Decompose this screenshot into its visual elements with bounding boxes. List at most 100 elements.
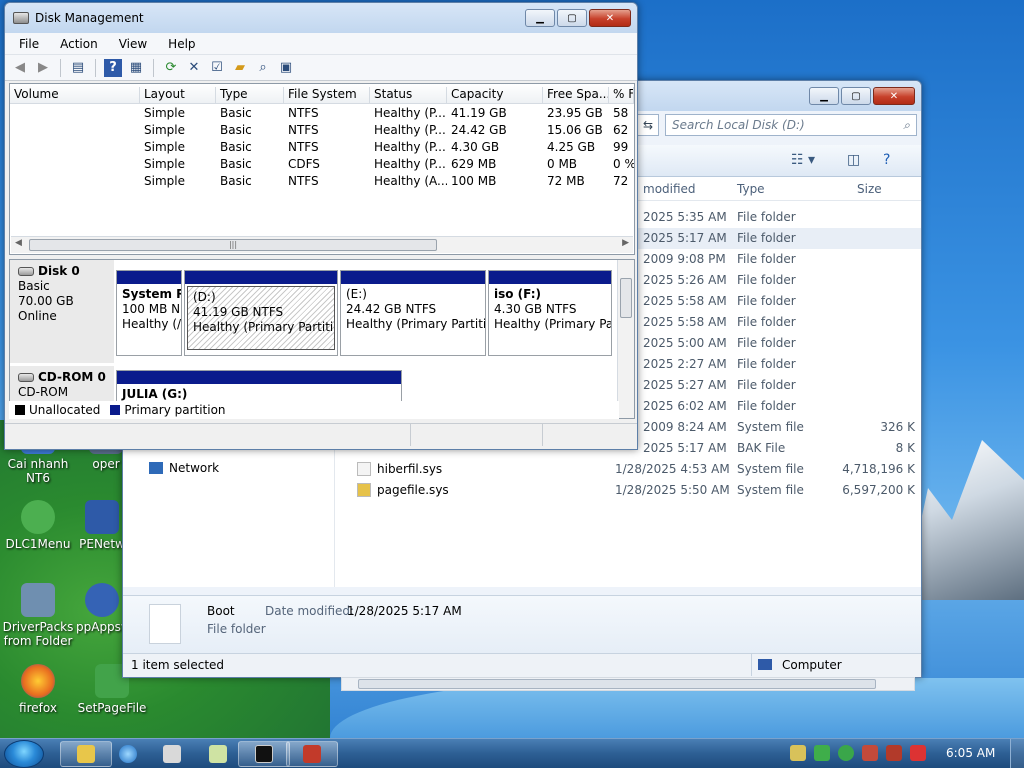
volume-type: Basic <box>220 123 252 137</box>
scroll-left-icon[interactable]: ◀ <box>15 238 22 248</box>
disk0-label[interactable]: Disk 0 Basic 70.00 GB Online <box>10 260 114 364</box>
taskbar-cmd[interactable] <box>238 741 290 767</box>
close-button[interactable]: ✕ <box>873 87 915 105</box>
desktop-icon-driverpacks[interactable]: DriverPacks from Folder <box>2 583 74 648</box>
volume-row[interactable]: (E:)SimpleBasicNTFSHealthy (P...24.42 GB… <box>10 122 634 139</box>
taskbar-app4[interactable] <box>192 741 244 767</box>
volume-row[interactable]: JULIA (G:)SimpleBasicCDFSHealthy (P...62… <box>10 156 634 173</box>
delete-icon[interactable]: ✕ <box>185 59 203 77</box>
minimize-button[interactable]: ▁ <box>809 87 839 105</box>
refresh-icon[interactable]: ⟳ <box>162 59 180 77</box>
column-type[interactable]: Type <box>216 87 284 104</box>
desktop-icon-firefox[interactable]: firefox <box>2 664 74 715</box>
column-size[interactable]: Size <box>857 182 882 196</box>
graph-vertical-scrollbar[interactable] <box>617 260 634 418</box>
partition-e[interactable]: (E:) 24.42 GB NTFS Healthy (Primary Partit… <box>340 270 486 356</box>
minimize-button[interactable]: ▁ <box>525 9 555 27</box>
internet-explorer-icon <box>119 745 137 763</box>
column-percent-free[interactable]: % F <box>609 87 634 104</box>
partition-d[interactable]: (D:) 41.19 GB NTFS Healthy (Primary Partit… <box>184 270 338 356</box>
nav-item-network[interactable]: Network <box>149 461 219 475</box>
tray-play-icon[interactable] <box>838 745 854 761</box>
partition-system-reserved[interactable]: System R 100 MB N Healthy (/ <box>116 270 182 356</box>
firefox-icon <box>21 664 55 698</box>
computer-icon <box>758 659 772 670</box>
menu-view[interactable]: View <box>105 33 154 54</box>
open-folder-icon[interactable]: ▰ <box>231 59 249 77</box>
desktop-icon-ppappsv[interactable]: ppAppsv <box>76 583 128 634</box>
file-row[interactable]: pagefile.sys 1/28/2025 5:50 AM System file… <box>335 480 921 501</box>
volume-capacity: 4.30 GB <box>451 140 500 154</box>
tray-app-icon[interactable] <box>862 745 878 761</box>
volume-fs: NTFS <box>288 174 319 188</box>
tray-shield-icon[interactable] <box>814 745 830 761</box>
volume-free: 15.06 GB <box>547 123 603 137</box>
menu-file[interactable]: File <box>5 33 46 54</box>
forward-arrow-icon[interactable]: ▶ <box>34 59 52 77</box>
show-hide-console-icon[interactable]: ▤ <box>69 59 87 77</box>
column-layout[interactable]: Layout <box>140 87 216 104</box>
disk-management-window[interactable]: Disk Management ▁ ▢ ✕ File Action View H… <box>4 2 638 450</box>
help-icon[interactable]: ? <box>104 58 122 77</box>
volume-row[interactable]: System Reserved (...SimpleBasicNTFSHealt… <box>10 173 634 190</box>
volume-row[interactable]: (D:)SimpleBasicNTFSHealthy (P...41.19 GB… <box>10 105 634 122</box>
help-icon[interactable]: ? <box>883 152 890 168</box>
properties-icon[interactable]: ☑ <box>208 59 226 77</box>
column-status[interactable]: Status <box>370 87 447 104</box>
clock[interactable]: 6:05 AM <box>946 746 995 760</box>
back-arrow-icon[interactable]: ◀ <box>11 59 29 77</box>
file-row[interactable]: hiberfil.sys 1/28/2025 4:53 AM System file… <box>335 459 921 480</box>
refresh-icon[interactable]: ⇆ <box>637 114 659 136</box>
volume-capacity: 24.42 GB <box>451 123 507 137</box>
preview-pane-icon[interactable]: ◫ <box>847 152 860 168</box>
partition-f[interactable]: iso (F:) 4.30 GB NTFS Healthy (Primary Par <box>488 270 612 356</box>
horizontal-scrollbar[interactable] <box>341 677 915 691</box>
start-button[interactable] <box>4 740 44 768</box>
desktop-icon-penetw[interactable]: PENetw <box>76 500 128 551</box>
file-type: File folder <box>737 357 796 371</box>
penetw-icon <box>85 500 119 534</box>
volume-pct: 72 <box>613 174 629 188</box>
maximize-button[interactable]: ▢ <box>841 87 871 105</box>
tray-tool-icon[interactable] <box>790 745 806 761</box>
taskbar-network[interactable] <box>146 741 198 767</box>
rescan-icon[interactable]: ▣ <box>277 59 295 77</box>
view-options-icon[interactable]: ☷ ▾ <box>791 152 815 168</box>
volume-pct: 99 <box>613 140 629 154</box>
ppappsv-icon <box>85 583 119 617</box>
explorer-window-controls: ▁ ▢ ✕ <box>809 87 915 105</box>
tray-network-icon[interactable] <box>886 745 902 761</box>
taskbar-disk-management[interactable] <box>286 741 338 767</box>
scrollbar-thumb[interactable] <box>358 679 876 689</box>
column-capacity[interactable]: Capacity <box>447 87 543 104</box>
scrollbar-thumb[interactable]: ||| <box>29 239 437 251</box>
explorer-address-area: ⇆ Search Local Disk (D:) ⌕ <box>637 114 917 138</box>
volume-row[interactable]: iso (F:)SimpleBasicNTFSHealthy (P...4.30… <box>10 139 634 156</box>
file-date: 2025 5:35 AM <box>643 210 727 224</box>
scroll-right-icon[interactable]: ▶ <box>622 238 629 248</box>
file-size: 326 K <box>880 420 915 434</box>
column-file-system[interactable]: File System <box>284 87 370 104</box>
menu-help[interactable]: Help <box>154 33 202 54</box>
search-input[interactable]: Search Local Disk (D:) ⌕ <box>665 114 917 136</box>
show-desktop-button[interactable] <box>1010 739 1024 768</box>
column-type[interactable]: Type <box>737 182 765 196</box>
properties-grid-icon[interactable]: ▦ <box>127 59 145 77</box>
column-date-modified[interactable]: modified <box>643 182 696 196</box>
file-type: File folder <box>737 378 796 392</box>
column-free-space[interactable]: Free Spa... <box>543 87 609 104</box>
close-button[interactable]: ✕ <box>589 9 631 27</box>
scrollbar-thumb[interactable] <box>620 278 632 318</box>
menu-action[interactable]: Action <box>46 33 105 54</box>
column-volume[interactable]: Volume <box>10 87 140 104</box>
volume-list-horizontal-scrollbar[interactable]: ◀ ||| ▶ <box>11 236 633 253</box>
file-date: 2025 5:58 AM <box>643 294 727 308</box>
file-type: System file <box>737 420 804 434</box>
volume-status: Healthy (P... <box>374 157 446 171</box>
file-size: 8 K <box>895 441 915 455</box>
explore-icon[interactable]: ⌕ <box>254 59 272 77</box>
volume-capacity: 100 MB <box>451 174 497 188</box>
tray-volume-icon[interactable] <box>910 745 926 761</box>
maximize-button[interactable]: ▢ <box>557 9 587 27</box>
desktop-icon-dlc1menu[interactable]: DLC1Menu <box>2 500 74 551</box>
